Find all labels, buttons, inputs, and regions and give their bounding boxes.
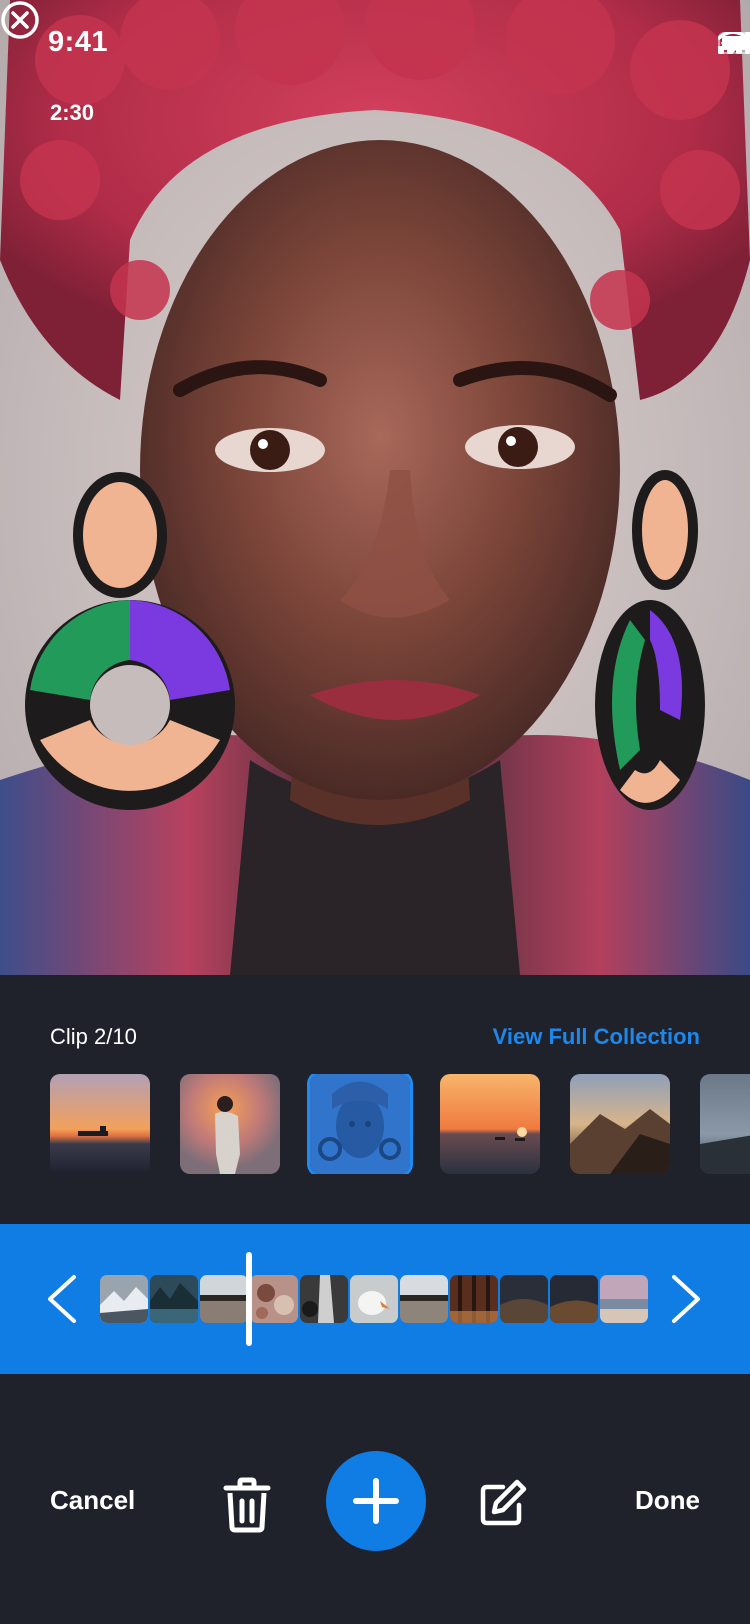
frame-white-bird xyxy=(350,1275,398,1323)
clip-duration: 2:30 xyxy=(50,100,95,125)
plus-icon xyxy=(353,1478,399,1524)
frame-beach-dusk xyxy=(600,1275,648,1323)
thumb-mountain-coast[interactable] xyxy=(570,1074,670,1174)
trash-icon[interactable] xyxy=(222,1477,272,1533)
clip-thumbnails xyxy=(50,1074,750,1174)
clip-counter: Clip 2/10 xyxy=(50,1024,137,1049)
status-time: 9:41 xyxy=(48,26,109,58)
thumb-man-orange-light[interactable] xyxy=(180,1074,280,1174)
timeline-bar[interactable] xyxy=(0,1224,750,1374)
frame-food-table xyxy=(250,1275,298,1323)
thumb-coast-partial[interactable] xyxy=(700,1074,750,1174)
frame-lake-reflection xyxy=(200,1275,248,1323)
close-circle-icon[interactable] xyxy=(0,0,40,40)
frame-forest-trees xyxy=(450,1275,498,1323)
portrait-photo xyxy=(0,0,750,975)
frame-forest-lake xyxy=(150,1275,198,1323)
view-full-collection-link[interactable]: View Full Collection xyxy=(493,1024,700,1050)
timeline-frames[interactable] xyxy=(100,1275,650,1323)
chevron-right-icon[interactable] xyxy=(668,1273,704,1325)
frame-lake-reflection-2 xyxy=(400,1275,448,1323)
thumb-woman-portrait[interactable] xyxy=(310,1074,410,1174)
clip-editor-screen: 9:41 2:30 Clip 2/10 View Full Collection… xyxy=(0,0,750,1624)
frame-snowy-mountain xyxy=(100,1275,148,1323)
add-clip-button[interactable] xyxy=(326,1451,426,1551)
battery-icon xyxy=(718,32,750,54)
timeline-playhead[interactable] xyxy=(246,1252,252,1346)
frame-dark-hills-2 xyxy=(550,1275,598,1323)
photo-viewer[interactable]: 9:41 2:30 xyxy=(0,0,750,975)
cancel-button[interactable]: Cancel xyxy=(50,1485,135,1516)
done-button[interactable]: Done xyxy=(635,1485,700,1516)
chevron-left-icon[interactable] xyxy=(44,1273,80,1325)
frame-dark-hills xyxy=(500,1275,548,1323)
thumb-sea-sunset-kayak[interactable] xyxy=(440,1074,540,1174)
frame-bw-waterfall xyxy=(300,1275,348,1323)
thumb-ship-sunset[interactable] xyxy=(50,1074,150,1174)
edit-icon[interactable] xyxy=(479,1479,527,1527)
